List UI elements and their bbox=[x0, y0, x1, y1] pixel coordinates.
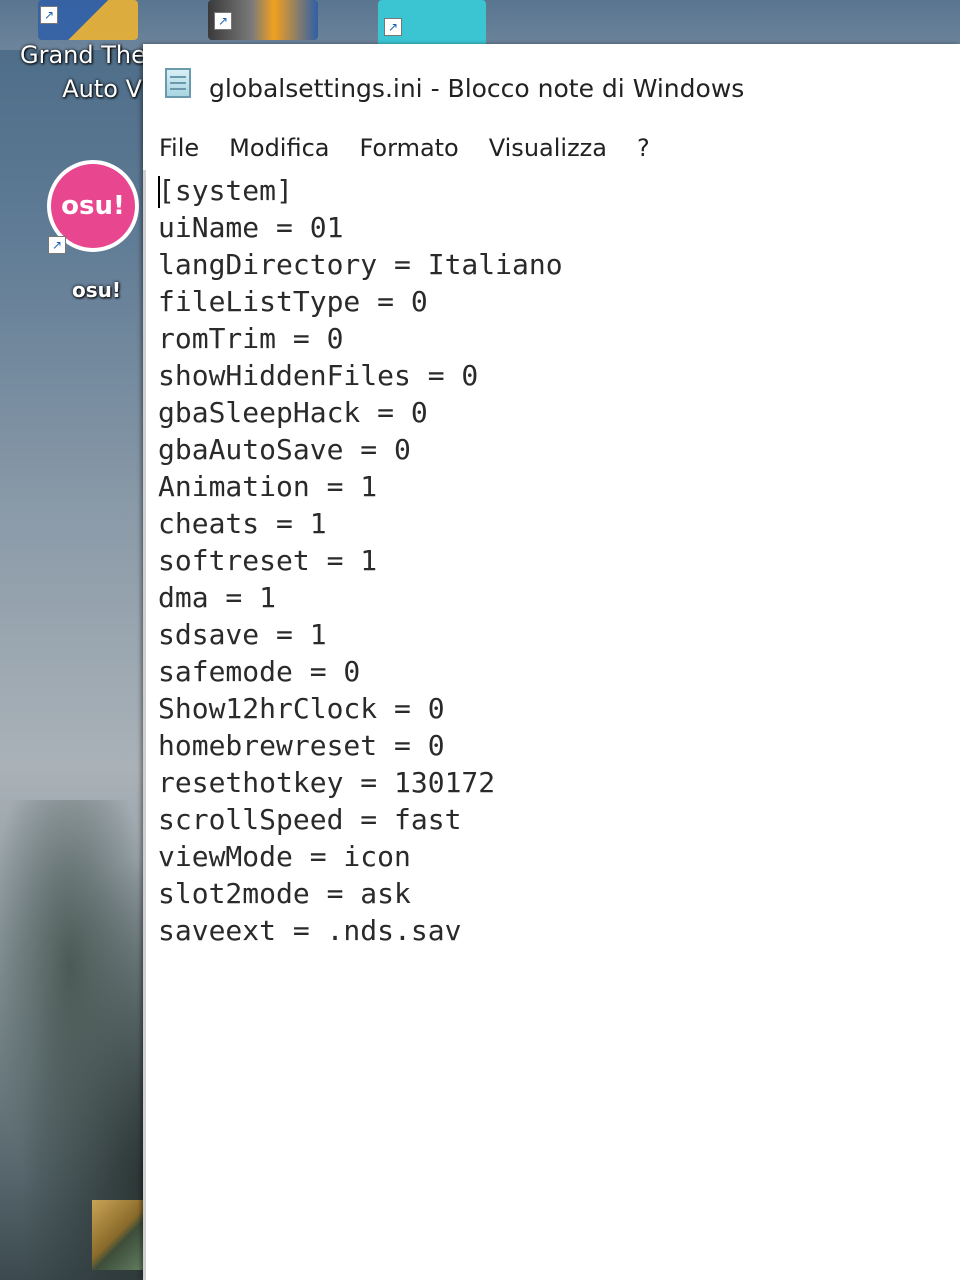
desktop-icon-label-line: Auto V bbox=[62, 75, 142, 103]
window-title: globalsettings.ini - Blocco note di Wind… bbox=[209, 74, 745, 103]
text-editor[interactable]: [system] uiName = 01 langDirectory = Itali… bbox=[143, 170, 960, 1280]
notepad-window[interactable]: globalsettings.ini - Blocco note di Wind… bbox=[143, 44, 960, 1280]
text-line: uiName = 01 bbox=[158, 211, 344, 244]
text-line: softreset = 1 bbox=[158, 544, 378, 577]
title-bar[interactable]: globalsettings.ini - Blocco note di Wind… bbox=[143, 44, 960, 120]
text-line: scrollSpeed = fast bbox=[158, 803, 462, 836]
text-line: resethotkey = 130172 bbox=[158, 766, 496, 799]
editor-lines: [system] uiName = 01 langDirectory = Itali… bbox=[158, 172, 563, 949]
text-line: sdsave = 1 bbox=[158, 618, 327, 651]
text-line: romTrim = 0 bbox=[158, 322, 344, 355]
menu-formato[interactable]: Formato bbox=[344, 134, 473, 162]
text-line: [system] bbox=[158, 174, 293, 207]
text-line: cheats = 1 bbox=[158, 507, 327, 540]
text-line: gbaSleepHack = 0 bbox=[158, 396, 428, 429]
text-line: showHiddenFiles = 0 bbox=[158, 359, 479, 392]
menu-help[interactable]: ? bbox=[622, 134, 665, 162]
menu-modifica[interactable]: Modifica bbox=[214, 134, 344, 162]
shortcut-arrow-icon: ↗ bbox=[48, 236, 66, 254]
text-line: fileListType = 0 bbox=[158, 285, 428, 318]
desktop-icon-label[interactable]: Grand The Auto V bbox=[20, 38, 148, 106]
shortcut-arrow-icon: ↗ bbox=[40, 6, 58, 24]
text-line: dma = 1 bbox=[158, 581, 277, 614]
menu-bar: File Modifica Formato Visualizza ? bbox=[143, 126, 960, 170]
text-line: homebrewreset = 0 bbox=[158, 729, 445, 762]
text-line: slot2mode = ask bbox=[158, 877, 411, 910]
shortcut-arrow-icon: ↗ bbox=[214, 12, 232, 30]
notepad-icon bbox=[165, 68, 191, 98]
shortcut-arrow-icon: ↗ bbox=[384, 18, 402, 36]
text-line: viewMode = icon bbox=[158, 840, 411, 873]
desktop-icon-label-line: Grand The bbox=[20, 41, 146, 69]
text-line: saveext = .nds.sav bbox=[158, 914, 462, 947]
osu-icon-text: osu! bbox=[61, 191, 125, 221]
text-line: Animation = 1 bbox=[158, 470, 378, 503]
text-line: gbaAutoSave = 0 bbox=[158, 433, 411, 466]
text-line: Show12hrClock = 0 bbox=[158, 692, 445, 725]
text-line: safemode = 0 bbox=[158, 655, 361, 688]
menu-visualizza[interactable]: Visualizza bbox=[474, 134, 622, 162]
desktop-icon-label[interactable]: osu! bbox=[72, 278, 121, 302]
menu-file[interactable]: File bbox=[143, 134, 214, 162]
text-line: langDirectory = Italiano bbox=[158, 248, 563, 281]
